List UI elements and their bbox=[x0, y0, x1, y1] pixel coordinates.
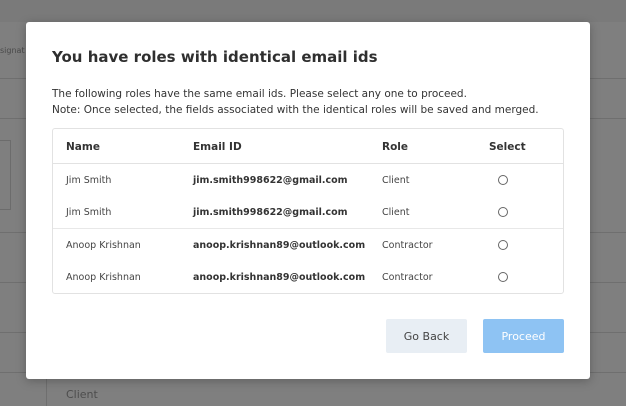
proceed-button[interactable]: Proceed bbox=[483, 319, 564, 353]
table-row: Anoop Krishnan anoop.krishnan89@outlook.… bbox=[53, 228, 563, 261]
modal-title: You have roles with identical email ids bbox=[52, 48, 378, 66]
row-email: anoop.krishnan89@outlook.com bbox=[193, 240, 366, 251]
header-name: Name bbox=[66, 141, 100, 153]
modal-note-line: Note: Once selected, the fields associat… bbox=[52, 104, 539, 116]
roles-table: Name Email ID Role Select Jim Smith jim.… bbox=[52, 128, 564, 294]
row-email: jim.smith998622@gmail.com bbox=[193, 175, 348, 186]
go-back-button[interactable]: Go Back bbox=[386, 319, 467, 353]
select-radio[interactable] bbox=[498, 207, 508, 217]
row-name: Anoop Krishnan bbox=[66, 240, 141, 251]
select-radio[interactable] bbox=[498, 272, 508, 282]
header-email: Email ID bbox=[193, 141, 242, 153]
row-role: Client bbox=[382, 207, 410, 218]
header-select: Select bbox=[489, 141, 526, 153]
select-radio[interactable] bbox=[498, 175, 508, 185]
row-email: jim.smith998622@gmail.com bbox=[193, 207, 348, 218]
modal-description-line: The following roles have the same email … bbox=[52, 88, 467, 100]
table-row: Jim Smith jim.smith998622@gmail.com Clie… bbox=[53, 196, 563, 228]
table-row: Anoop Krishnan anoop.krishnan89@outlook.… bbox=[53, 261, 563, 293]
background-topbar bbox=[0, 0, 626, 22]
row-name: Jim Smith bbox=[66, 207, 112, 218]
identical-email-modal: You have roles with identical email ids … bbox=[26, 22, 590, 379]
row-email: anoop.krishnan89@outlook.com bbox=[193, 272, 366, 283]
row-role: Client bbox=[382, 175, 410, 186]
table-row: Jim Smith jim.smith998622@gmail.com Clie… bbox=[53, 164, 563, 196]
row-name: Anoop Krishnan bbox=[66, 272, 141, 283]
row-role: Contractor bbox=[382, 272, 433, 283]
background-client-label: Client bbox=[66, 388, 98, 401]
background-side-label: signat bbox=[0, 46, 25, 55]
header-role: Role bbox=[382, 141, 409, 153]
row-role: Contractor bbox=[382, 240, 433, 251]
modal-description: The following roles have the same email … bbox=[52, 86, 539, 118]
table-header: Name Email ID Role Select bbox=[53, 129, 563, 164]
row-name: Jim Smith bbox=[66, 175, 112, 186]
select-radio[interactable] bbox=[498, 240, 508, 250]
background-box bbox=[0, 140, 11, 210]
